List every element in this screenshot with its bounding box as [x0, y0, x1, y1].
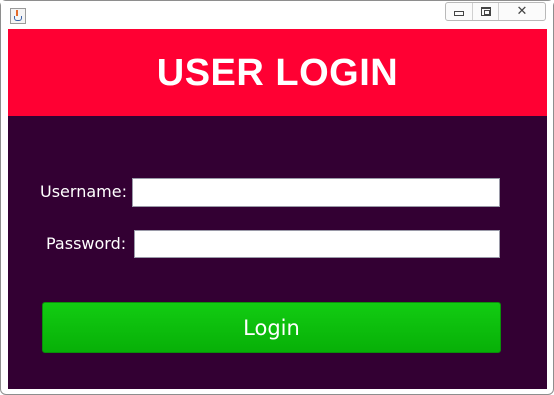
- close-icon: ✕: [516, 4, 528, 19]
- java-coffee-cup-icon[interactable]: [10, 8, 26, 24]
- password-label: Password:: [46, 234, 127, 253]
- header-banner: USER LOGIN: [8, 29, 547, 116]
- window-controls: ✕: [445, 2, 546, 21]
- minimize-icon: [454, 11, 464, 16]
- login-panel: USER LOGIN Username: Password: Login: [8, 29, 547, 389]
- maximize-button[interactable]: [473, 3, 499, 20]
- minimize-button[interactable]: [446, 3, 473, 20]
- login-button[interactable]: Login: [42, 302, 501, 353]
- password-field[interactable]: [134, 230, 500, 258]
- title-bar[interactable]: ✕: [1, 1, 553, 28]
- username-field[interactable]: [132, 178, 500, 207]
- login-window: ✕ USER LOGIN Username: Password: Login: [0, 0, 554, 395]
- page-title: USER LOGIN: [156, 51, 399, 94]
- username-label: Username:: [40, 182, 127, 201]
- close-button[interactable]: ✕: [499, 3, 545, 20]
- maximize-icon: [480, 7, 491, 16]
